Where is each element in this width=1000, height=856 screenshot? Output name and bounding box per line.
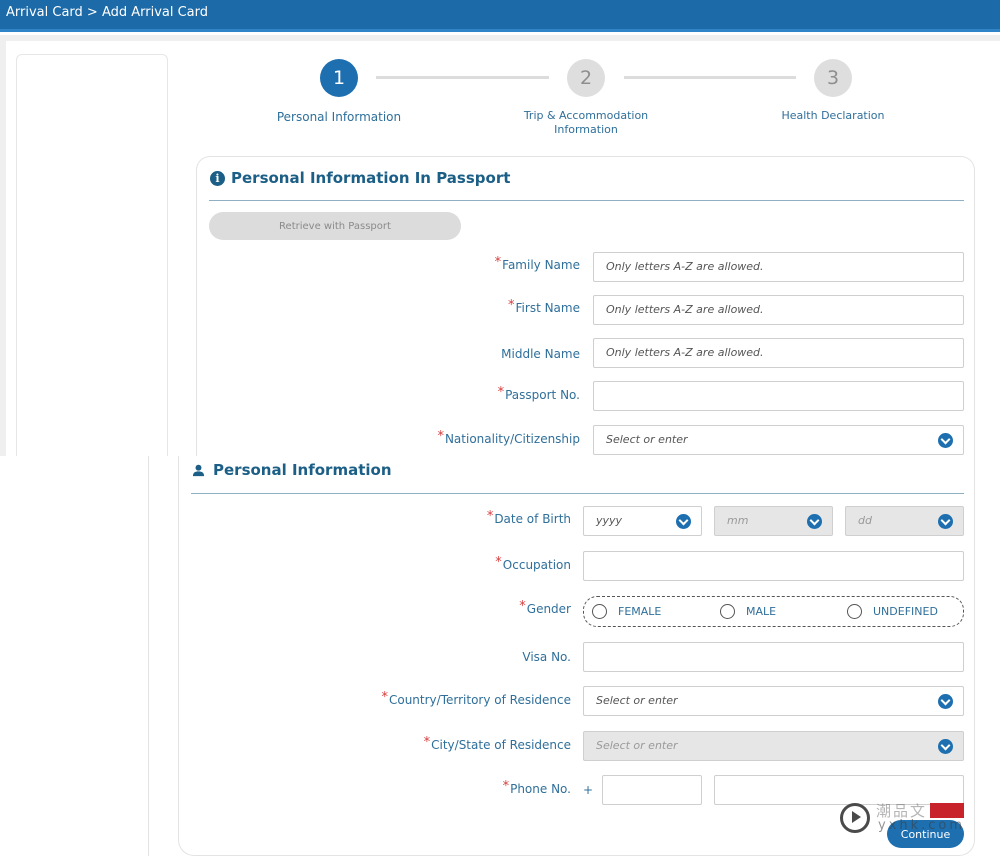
required-marker: * bbox=[381, 690, 388, 705]
info-icon: i bbox=[210, 171, 225, 186]
gender-male-label[interactable]: MALE bbox=[746, 605, 776, 618]
middle-name-input[interactable]: Only letters A-Z are allowed. bbox=[593, 338, 964, 368]
occupation-input[interactable] bbox=[583, 551, 964, 581]
gender-undefined-label[interactable]: UNDEFINED bbox=[873, 605, 938, 618]
dob-label: *Date of Birth bbox=[486, 509, 571, 526]
play-icon[interactable] bbox=[840, 803, 870, 833]
dob-year-select[interactable]: yyyy bbox=[583, 506, 702, 536]
required-marker: * bbox=[519, 599, 526, 614]
passport-section-title: Personal Information In Passport bbox=[231, 169, 511, 187]
city-residence-label: *City/State of Residence bbox=[423, 735, 571, 752]
first-name-input[interactable]: Only letters A-Z are allowed. bbox=[593, 295, 964, 325]
gender-undefined-radio[interactable] bbox=[847, 604, 862, 619]
phone-prefix: + bbox=[583, 783, 594, 797]
retrieve-with-passport-button[interactable]: Retrieve with Passport bbox=[209, 212, 461, 240]
family-name-label: *Family Name bbox=[494, 255, 580, 272]
watermark-stamp bbox=[930, 803, 964, 818]
country-residence-label: *Country/Territory of Residence bbox=[381, 690, 571, 707]
step-2-label-line1: Trip & Accommodation bbox=[523, 109, 649, 122]
required-marker: * bbox=[502, 779, 510, 794]
step-3-indicator[interactable]: 3 bbox=[814, 59, 852, 97]
required-marker: * bbox=[508, 298, 515, 313]
phone-label: *Phone No. bbox=[502, 779, 571, 796]
first-name-label: *First Name bbox=[508, 298, 580, 315]
required-marker: * bbox=[494, 255, 502, 270]
person-icon bbox=[192, 464, 205, 477]
top-bar: Arrival Card > Add Arrival Card bbox=[0, 0, 1000, 32]
required-marker: * bbox=[437, 429, 444, 444]
step-2-indicator[interactable]: 2 bbox=[567, 59, 605, 97]
required-marker: * bbox=[486, 509, 494, 524]
phone-country-code-input[interactable] bbox=[602, 775, 702, 805]
visa-no-input[interactable] bbox=[583, 642, 964, 672]
chevron-down-icon[interactable] bbox=[676, 514, 691, 529]
visa-no-label: Visa No. bbox=[522, 650, 571, 664]
gender-label: *Gender bbox=[519, 599, 571, 616]
required-marker: * bbox=[497, 385, 505, 400]
section-divider bbox=[209, 200, 964, 201]
step-connector-2 bbox=[624, 76, 796, 79]
gender-female-radio[interactable] bbox=[592, 604, 607, 619]
chevron-down-icon[interactable] bbox=[938, 433, 953, 448]
side-panel bbox=[16, 54, 168, 456]
passport-no-label: *Passport No. bbox=[497, 385, 580, 402]
step-3-label: Health Declaration bbox=[781, 109, 885, 122]
country-residence-select[interactable]: Select or enter bbox=[583, 686, 964, 716]
breadcrumb[interactable]: Arrival Card > Add Arrival Card bbox=[6, 5, 208, 20]
occupation-label: *Occupation bbox=[495, 555, 571, 572]
chevron-down-icon[interactable] bbox=[938, 694, 953, 709]
nationality-label: *Nationality/Citizenship bbox=[437, 429, 580, 446]
section-divider bbox=[191, 493, 964, 494]
required-marker: * bbox=[423, 735, 431, 750]
left-divider bbox=[148, 456, 149, 856]
step-2-label: Trip & Accommodation Information bbox=[506, 109, 666, 137]
nationality-select[interactable]: Select or enter bbox=[593, 425, 964, 455]
chevron-down-icon[interactable] bbox=[807, 514, 822, 529]
step-1-indicator[interactable]: 1 bbox=[320, 59, 358, 97]
chevron-down-icon[interactable] bbox=[938, 514, 953, 529]
middle-name-label: Middle Name bbox=[501, 347, 580, 361]
passport-no-input[interactable] bbox=[593, 381, 964, 411]
personal-section-title: Personal Information bbox=[213, 461, 392, 479]
step-1-label: Personal Information bbox=[276, 110, 402, 124]
gender-male-radio[interactable] bbox=[720, 604, 735, 619]
watermark-url: yxhk.com bbox=[878, 818, 966, 833]
step-connector-1 bbox=[376, 76, 549, 79]
dob-month-select[interactable]: mm bbox=[714, 506, 833, 536]
dob-day-select[interactable]: dd bbox=[845, 506, 964, 536]
gender-female-label[interactable]: FEMALE bbox=[618, 605, 661, 618]
chevron-down-icon[interactable] bbox=[938, 739, 953, 754]
required-marker: * bbox=[495, 555, 502, 570]
family-name-input[interactable]: Only letters A-Z are allowed. bbox=[593, 252, 964, 282]
city-residence-select[interactable]: Select or enter bbox=[583, 731, 964, 761]
step-2-label-line2: Information bbox=[554, 123, 618, 136]
